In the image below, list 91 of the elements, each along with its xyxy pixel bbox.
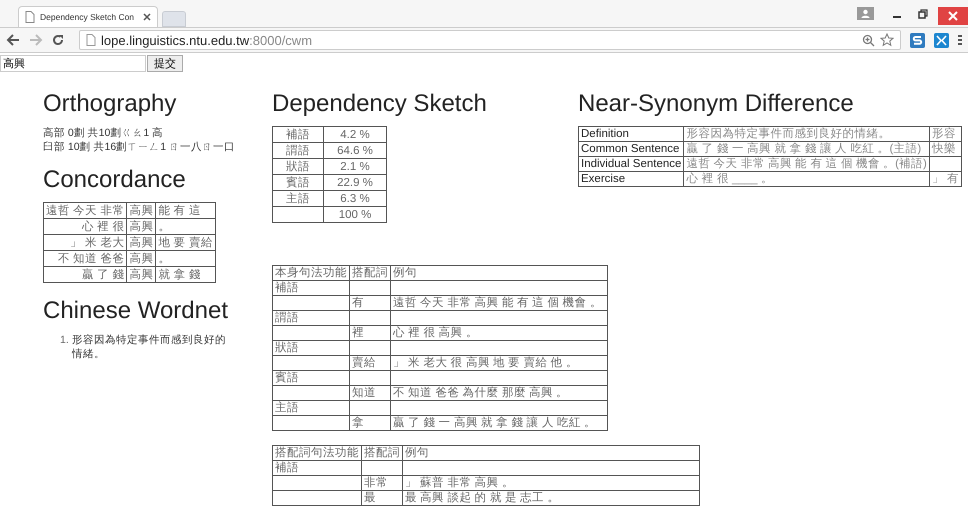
close-icon [948,11,958,21]
tab-title: Dependency Sketch Con [40,12,136,22]
table-cell: 快樂 [932,143,956,155]
orthography-line: 高部 0劃 共10劃ㄍㄠ1 高 [43,126,164,140]
table-cell: 形容因為特定事件而感到良好的情緒。 [686,128,890,140]
table-cell: 心 裡 很 [44,218,127,234]
table-cell: 狀語 [275,342,299,354]
table-cell: 高興 [126,218,156,234]
table-cell: 補語 [275,282,299,294]
table-cell: 。 [156,218,216,234]
table-cell: 遠哲 今天 非常 [44,202,127,218]
page-icon [86,34,96,46]
section-heading: Near-Synonym Difference [578,90,855,118]
table-cell: 心 裡 很 高興 。 [393,327,478,339]
table-cell: 狀語 [286,160,310,172]
table-cell: 遠哲 今天 非常 高興 能 有 這 個 機會 。 [393,297,602,309]
orthography-line: 臼部 10劃 共16劃ㄒㄧㄥ1 ㄖ一八ㄖ一口 [43,140,236,154]
table-cell: 。 [156,250,216,266]
row-label: Exercise [581,173,626,185]
table-cell: 能 有 這 [156,202,216,218]
table-cell: 謂語 [275,312,299,324]
table-cell: 4.2 % [340,128,370,140]
column-header: 搭配詞 [362,446,402,460]
close-window-button[interactable] [938,7,968,25]
row-label: Common Sentence [581,143,680,155]
table-cell: 2.1 % [340,160,370,172]
table-cell: 賓語 [275,372,299,384]
table-cell: 裡 [352,327,364,339]
list-number: 1. [60,333,70,348]
row-label: Definition [581,128,629,140]
table-cell: 形容 [932,128,956,140]
table-cell: 22.9 % [337,176,373,188]
column-header: 例句 [390,266,608,280]
table-cell: 賓語 [286,176,310,188]
menu-icon[interactable] [958,34,962,46]
page-icon [25,11,35,23]
user-icon[interactable] [857,7,874,20]
table-cell: 高興 [126,234,156,250]
table-cell: 最 高興 談起 的 就 是 志工 。 [405,492,560,504]
table-cell: 贏 了 錢 一 高興 就 拿 錢 讓 人 吃紅 。(主語) [686,143,922,155]
table-cell: 高興 [126,202,156,218]
section-heading: Chinese Wordnet [43,297,229,325]
table-cell: 主語 [275,402,299,414]
column-header: 例句 [402,446,700,460]
table-cell: 謂語 [286,144,310,156]
table-cell: 不 知道 爸爸 為什麼 那麼 高興 。 [393,387,568,399]
table-cell: 補語 [286,128,310,140]
table-cell: 非常 [364,477,388,489]
column-header: 本身句法功能 [272,266,350,280]
extension-icon[interactable] [910,32,925,48]
definition-text: 形容因為特定事件而感到良好的情緒。 [72,333,227,361]
reload-icon[interactable] [52,34,64,46]
table-cell: 最 [364,492,376,504]
table-cell: 贏 了 錢 一 高興 就 拿 錢 讓 人 吃紅 。 [393,417,596,429]
table-cell: 」 米 老大 很 高興 地 要 賣給 他 。 [393,357,578,369]
table-cell: 心 裡 很 ____ 。 [686,173,773,185]
table-cell: 補語 [275,462,299,474]
close-icon[interactable] [143,13,151,21]
zoom-icon[interactable] [862,34,875,46]
extension-icon[interactable] [934,32,949,48]
table-cell: 主語 [286,192,310,204]
table-cell: 不 知道 爸爸 [44,250,127,266]
table-cell: 6.3 % [340,192,370,204]
table-cell: 拿 [352,417,364,429]
table-cell: 賣給 [352,357,376,369]
table-cell: 地 要 賣給 [156,234,216,250]
restore-icon[interactable] [918,8,928,18]
section-heading: Concordance [43,166,187,194]
table-cell: 知道 [352,387,376,399]
submit-button[interactable]: 提交 [147,55,183,72]
table-cell: 贏 了 錢 [44,266,127,282]
section-heading: Dependency Sketch [272,90,488,118]
column-header: 搭配詞句法功能 [272,446,362,460]
star-icon[interactable] [880,33,894,47]
column-header: 搭配詞 [350,266,390,280]
table-cell: 64.6 % [337,144,373,156]
back-icon[interactable] [6,34,20,46]
table-cell: 100 % [338,208,372,220]
table-cell: 」 有 [932,173,960,185]
table-cell: 就 拿 錢 [156,266,216,282]
table-cell: 有 [352,297,364,309]
table-cell: 遠哲 今天 非常 高興 能 有 這 個 機會 。(補語) [686,158,927,170]
search-field[interactable]: 高興 [0,55,146,72]
table-cell: 」 蘇普 非常 高興 。 [405,477,514,489]
table-cell: 」 米 老大 [44,234,127,250]
row-label: Individual Sentence [581,158,682,170]
browser-tab[interactable]: Dependency Sketch Con [18,6,158,27]
table-cell: 高興 [126,266,156,282]
section-heading: Orthography [43,90,178,118]
address-bar[interactable]: lope.linguistics.ntu.edu.tw:8000/cwm [79,30,901,50]
table-cell: 高興 [126,250,156,266]
